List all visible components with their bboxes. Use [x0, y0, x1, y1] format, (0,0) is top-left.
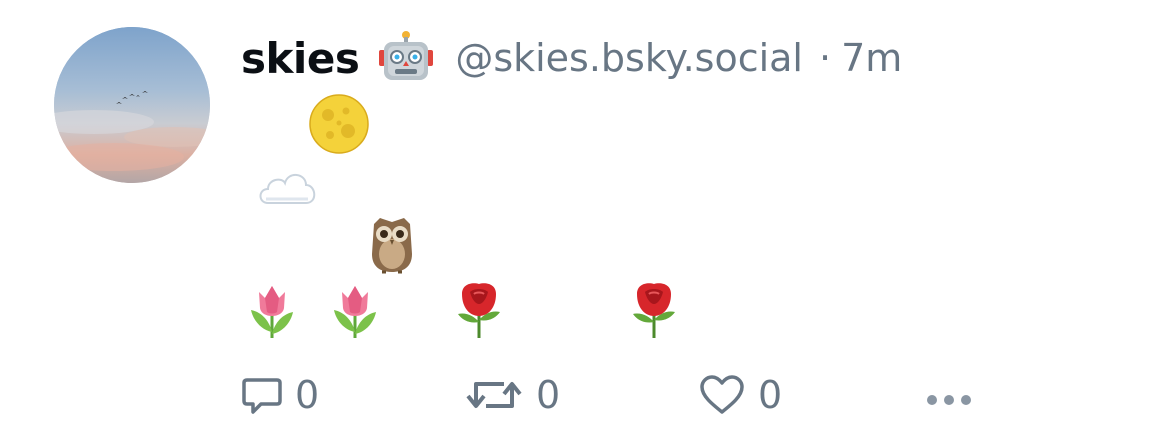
cloud-icon	[259, 174, 316, 204]
ellipsis-icon	[927, 395, 971, 405]
more-options-button[interactable]	[924, 372, 974, 418]
heart-icon	[700, 375, 744, 414]
display-name[interactable]: skies	[241, 34, 360, 83]
tulip-icon	[251, 286, 293, 338]
owl-icon	[372, 218, 412, 274]
tulip-icon	[334, 286, 376, 338]
rose-icon	[633, 283, 675, 338]
reply-icon	[242, 378, 282, 414]
user-handle[interactable]: @skies.bsky.social	[455, 36, 803, 80]
sky-avatar-image	[54, 27, 210, 183]
rose-icon	[458, 283, 500, 338]
like-count: 0	[758, 373, 783, 417]
robot-icon	[379, 30, 434, 86]
post-time[interactable]: 7m	[841, 36, 902, 80]
post-header: skies @skies.bsky.social · 7m	[241, 28, 902, 88]
full-moon-icon	[309, 94, 369, 154]
reply-count: 0	[295, 373, 320, 417]
reply-button[interactable]: 0	[241, 372, 319, 418]
separator-dot: ·	[819, 36, 832, 80]
repost-icon	[466, 382, 522, 408]
avatar[interactable]	[54, 27, 210, 183]
like-button[interactable]: 0	[698, 372, 782, 418]
repost-button[interactable]: 0	[466, 372, 560, 418]
repost-count: 0	[536, 373, 561, 417]
